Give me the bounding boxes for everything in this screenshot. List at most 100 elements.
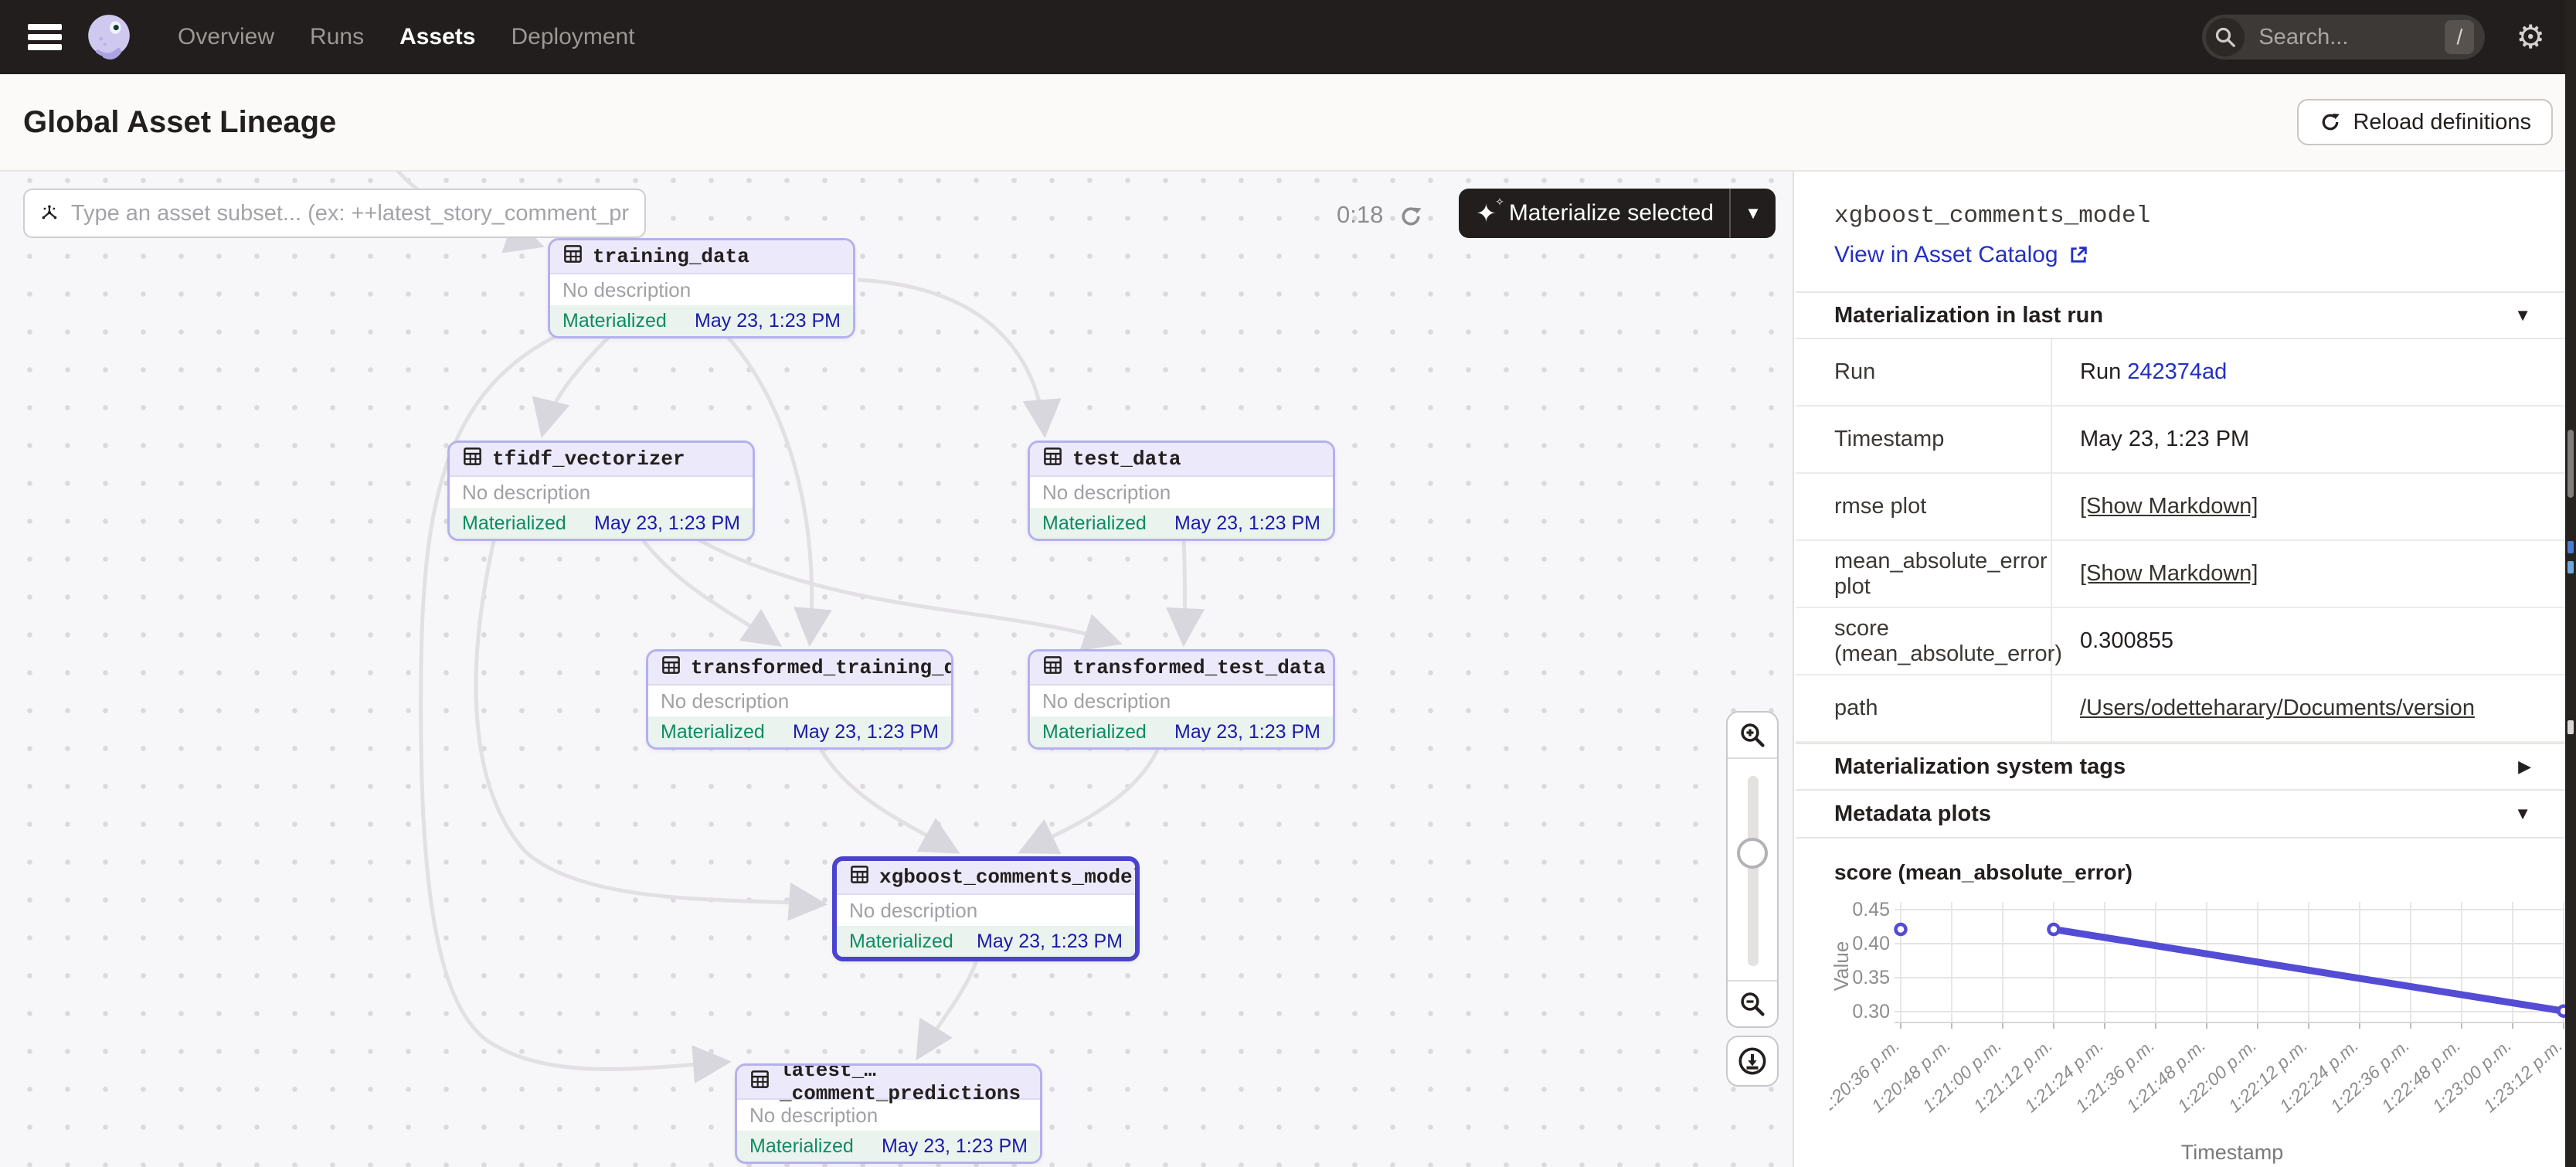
asset-node-header: transformed_test_data [1030, 652, 1333, 686]
asset-node-name: training_data [593, 245, 749, 268]
metadata-table: RunRun 242374adTimestampMay 23, 1:23 PMr… [1796, 339, 2565, 743]
asset-lineage-graph[interactable]: training_data No description Materialized M… [0, 172, 1794, 1167]
materialize-selected-button[interactable]: ✦ Materialize selected ▼ [1459, 189, 1776, 238]
asset-node-status: Materialized [562, 310, 667, 332]
dagster-logo[interactable] [83, 12, 134, 63]
value-link[interactable]: [Show Markdown] [2080, 561, 2258, 586]
section-materialization-in-last-run[interactable]: Materialization in last run ▼ [1796, 291, 2565, 339]
download-image-button[interactable] [1726, 1036, 1779, 1087]
asset-node-training_data[interactable]: training_dataNo descriptionMaterializedM… [548, 238, 855, 339]
asset-node-header: latest_…_comment_predictions [737, 1066, 1040, 1100]
asset-node-header: training_data [550, 240, 853, 274]
asset-node-name: test_data [1072, 447, 1181, 471]
asset-node-header: test_data [1030, 443, 1333, 477]
value-link[interactable]: /Users/odetteharary/Documents/version [2080, 696, 2475, 720]
section-materialization-system-tags[interactable]: Materialization system tags ▶ [1796, 743, 2565, 791]
asset-node-timestamp[interactable]: May 23, 1:23 PM [793, 721, 939, 743]
table-icon [749, 1069, 770, 1096]
nav-link-deployment[interactable]: Deployment [511, 24, 634, 50]
zoom-in-button[interactable] [1728, 713, 1777, 757]
zoom-slider-handle[interactable] [1737, 838, 1768, 869]
panel-asset-name: xgboost_comments_model [1834, 202, 2565, 230]
row-value: 0.300855 [2052, 628, 2565, 654]
table-row: TimestampMay 23, 1:23 PM [1796, 407, 2565, 474]
row-value: May 23, 1:23 PM [2052, 427, 2565, 452]
asset-node-transformed_test_data[interactable]: transformed_test_dataNo descriptionMater… [1028, 649, 1335, 750]
asset-node-timestamp[interactable]: May 23, 1:23 PM [1174, 512, 1320, 535]
refresh-icon[interactable] [1397, 202, 1425, 230]
row-label: score (mean_absolute_error) [1796, 608, 2052, 674]
asset-node-name: tfidf_vectorizer [492, 447, 685, 471]
asset-node-header: xgboost_comments_model [837, 861, 1135, 895]
view-in-asset-catalog-link[interactable]: View in Asset Catalog [1834, 242, 2565, 268]
asset-detail-panel: xgboost_comments_model View in Asset Cat… [1796, 172, 2565, 1167]
table-icon [661, 655, 681, 682]
materialize-dropdown-caret[interactable]: ▼ [1731, 203, 1776, 223]
row-label: path [1796, 675, 2052, 741]
svg-text:Value: Value [1830, 941, 1853, 992]
asset-node-status: Materialized [661, 721, 765, 743]
refresh-timer: 0:18 [1337, 201, 1383, 229]
asset-node-timestamp[interactable]: May 23, 1:23 PM [594, 512, 740, 535]
search-input[interactable]: Search... / [2202, 15, 2485, 60]
asset-node-status: Materialized [849, 931, 953, 953]
asset-node-xgboost_comments_model[interactable]: xgboost_comments_modelNo descriptionMate… [832, 856, 1140, 961]
asset-node-tfidf_vectorizer[interactable]: tfidf_vectorizerNo descriptionMaterializ… [447, 441, 755, 541]
asset-node-status: Materialized [749, 1135, 854, 1158]
slash-shortcut-badge: / [2445, 20, 2474, 54]
asset-node-footer: Materialized May 23, 1:23 PM [648, 716, 951, 747]
view-in-asset-catalog-label: View in Asset Catalog [1834, 242, 2058, 268]
asset-node-transformed_training_data[interactable]: transformed_training_dataNo descriptionM… [646, 649, 953, 750]
chevron-down-icon: ▼ [2514, 804, 2531, 824]
asset-node-timestamp[interactable]: May 23, 1:23 PM [882, 1135, 1028, 1158]
asset-node-latest_…_comment_predictions[interactable]: latest_…_comment_predictionsNo descripti… [735, 1063, 1042, 1164]
value-link[interactable]: [Show Markdown] [2080, 494, 2258, 519]
asset-node-timestamp[interactable]: May 23, 1:23 PM [695, 310, 841, 332]
score-chart: 0.450.400.350.301:20:36 p.m.1:20:48 p.m.… [1796, 893, 2565, 1167]
search-placeholder: Search... [2258, 25, 2445, 50]
svg-text:0.40: 0.40 [1852, 933, 1890, 954]
table-row: rmse plot [Show Markdown] [1796, 474, 2565, 541]
page-title: Global Asset Lineage [23, 105, 336, 140]
nav-links: Overview Runs Assets Deployment [178, 24, 635, 50]
asset-node-status: Materialized [462, 512, 566, 535]
nav-link-assets[interactable]: Assets [399, 24, 475, 50]
search-icon [2206, 18, 2245, 56]
reload-definitions-button[interactable]: Reload definitions [2297, 99, 2553, 145]
hamburger-menu-icon[interactable] [28, 24, 62, 50]
asset-node-header: transformed_training_data [648, 652, 951, 686]
row-label: rmse plot [1796, 474, 2052, 539]
nav-link-runs[interactable]: Runs [310, 24, 364, 50]
table-row: RunRun 242374ad [1796, 339, 2565, 407]
section-title: Materialization system tags [1834, 754, 2126, 780]
section-title: Metadata plots [1834, 801, 1991, 827]
window-edge-strip [2565, 0, 2576, 1167]
asset-node-header: tfidf_vectorizer [450, 443, 753, 477]
row-label: mean_absolute_error plot [1796, 541, 2052, 607]
run-id-link[interactable]: 242374ad [2127, 359, 2227, 384]
zoom-out-button[interactable] [1728, 982, 1777, 1026]
asset-node-name: transformed_test_data [1072, 656, 1326, 679]
asset-subset-input[interactable]: Type an asset subset... (ex: ++latest_st… [23, 189, 646, 238]
row-value: [Show Markdown] [2052, 561, 2565, 587]
asset-node-name: latest_…_comment_predictions [780, 1063, 1028, 1105]
scrollbar-thumb[interactable] [2568, 430, 2574, 498]
zoom-slider[interactable] [1728, 757, 1777, 982]
svg-text:0.45: 0.45 [1852, 899, 1890, 920]
section-metadata-plots[interactable]: Metadata plots ▼ [1796, 791, 2565, 839]
external-link-icon [2068, 244, 2089, 266]
reload-definitions-label: Reload definitions [2353, 110, 2531, 135]
asset-node-description: No description [648, 686, 951, 716]
download-icon [1737, 1046, 1768, 1077]
asset-node-timestamp[interactable]: May 23, 1:23 PM [1174, 721, 1320, 743]
asset-node-footer: Materialized May 23, 1:23 PM [550, 305, 853, 336]
nav-link-overview[interactable]: Overview [178, 24, 274, 50]
asset-node-footer: Materialized May 23, 1:23 PM [737, 1131, 1040, 1162]
svg-text:Timestamp: Timestamp [2181, 1141, 2284, 1164]
gear-icon[interactable]: ⚙ [2516, 21, 2545, 53]
table-icon [462, 446, 483, 473]
asset-node-description: No description [1030, 477, 1333, 508]
asset-node-timestamp[interactable]: May 23, 1:23 PM [977, 931, 1123, 953]
asset-node-test_data[interactable]: test_dataNo descriptionMaterializedMay 2… [1028, 441, 1335, 541]
asset-node-footer: MaterializedMay 23, 1:23 PM [1030, 716, 1333, 747]
